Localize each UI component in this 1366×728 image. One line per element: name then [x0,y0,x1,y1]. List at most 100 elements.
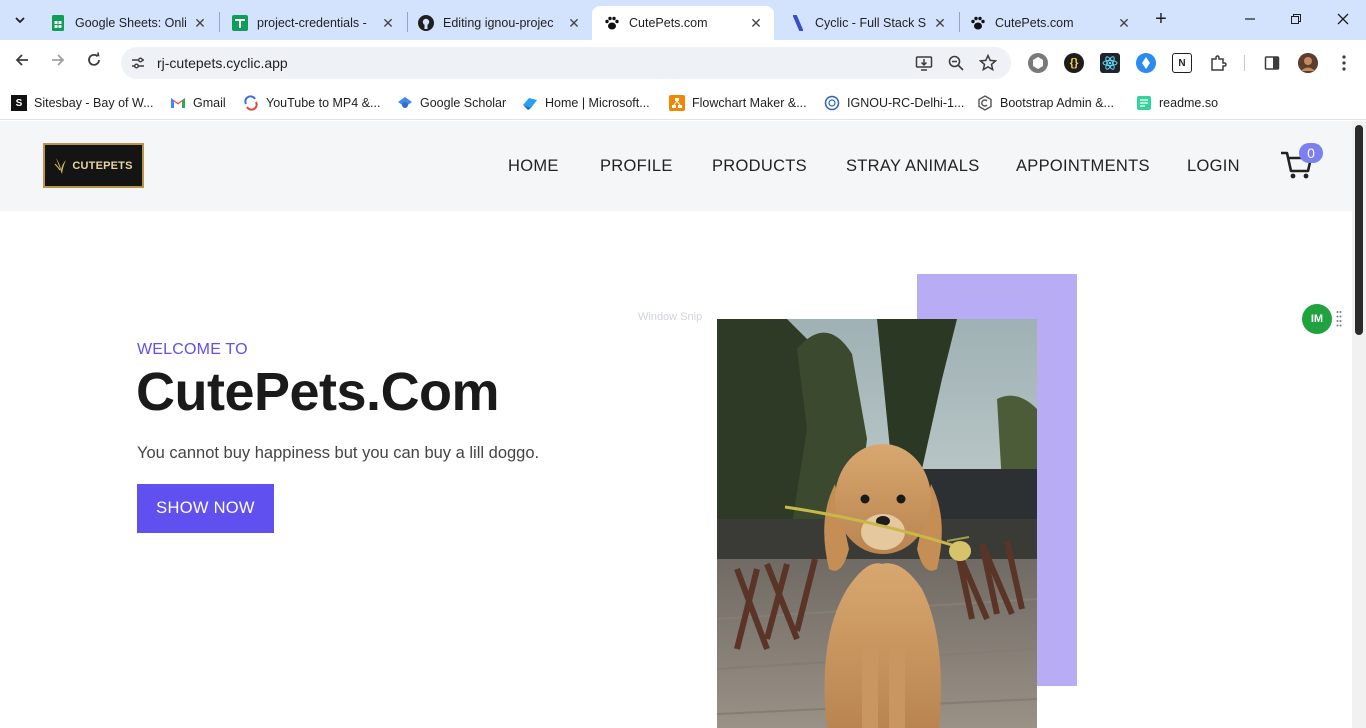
tab-cutepets-active[interactable]: CutePets.com ✕ [592,6,774,40]
bookmark-readme-so[interactable]: readme.so [1136,93,1218,113]
back-arrow-icon [15,54,28,66]
ignou-icon [824,95,840,111]
readme-icon [1136,95,1152,111]
site-settings-icon[interactable] [130,55,146,71]
scrollbar-thumb[interactable] [1355,125,1363,335]
tab-title: Google Sheets: Onlin [75,16,186,30]
reload-button[interactable] [82,51,106,75]
bookmark-google-scholar[interactable]: Google Scholar [397,93,506,113]
bookmark-bootstrap-admin[interactable]: Bootstrap Admin &... [977,93,1114,113]
hero-title: CutePets.Com [136,362,500,422]
bookmark-label: IGNOU-RC-Delhi-1... [847,96,965,110]
extension-hexagon-icon[interactable] [1028,53,1048,73]
hero-subtitle: You cannot buy happiness but you can buy… [137,444,540,462]
restore-button[interactable] [1284,8,1308,32]
bookmark-label: Home | Microsoft... [545,96,650,110]
nav-products[interactable]: PRODUCTS [712,157,807,176]
paw-icon [604,15,620,31]
close-window-button[interactable] [1331,8,1355,32]
react-devtools-icon[interactable] [1100,53,1120,73]
bookmark-star-icon[interactable] [978,53,998,72]
tab-cyclic[interactable]: Cyclic - Full Stack Se ✕ [778,6,958,40]
bookmark-flowchart[interactable]: Flowchart Maker &... [669,93,807,113]
back-button[interactable] [10,51,34,75]
address-bar[interactable]: rj-cutepets.cyclic.app [121,47,1011,79]
bootstrap-icon [977,95,993,111]
bookmark-label: Sitesbay - Bay of W... [34,96,154,110]
gmail-icon [170,95,186,111]
tab-title: CutePets.com [629,16,708,30]
notion-icon[interactable]: N [1172,53,1192,73]
bookmark-youtube-mp4[interactable]: YouTube to MP4 &... [243,93,380,113]
nav-profile[interactable]: PROFILE [600,157,673,176]
more-menu-icon[interactable] [1334,53,1354,73]
microsoft-icon [522,95,538,111]
tab-strip: Google Sheets: Onlin ✕ project-credentia… [0,0,1366,40]
reload-icon [88,52,100,66]
profile-avatar[interactable] [1298,53,1318,73]
tab-search-button[interactable] [8,8,32,32]
toolbar-divider [1244,55,1245,71]
new-tab-button[interactable]: + [1150,8,1172,30]
page-viewport: CUTEPETS HOME PROFILE PRODUCTS STRAY ANI… [0,121,1352,728]
nav-home[interactable]: HOME [508,157,559,176]
extension-json-icon[interactable]: {} [1064,53,1084,73]
tab-google-sheets[interactable]: Google Sheets: Onlin ✕ [38,6,218,40]
close-icon[interactable]: ✕ [566,15,582,31]
tab-title: Editing ignou-projec [443,16,554,30]
tab-editing-ignou-project[interactable]: Editing ignou-projec ✕ [406,6,592,40]
close-icon[interactable]: ✕ [192,15,208,31]
nav-appointments[interactable]: APPOINTMENTS [1016,157,1150,176]
bookmark-label: readme.so [1159,96,1219,110]
bird-logo-icon [54,157,67,174]
forward-button[interactable] [46,51,70,75]
bookmark-sitesbay[interactable]: S Sitesbay - Bay of W... [11,93,154,113]
minimize-icon [1245,18,1255,20]
nav-login[interactable]: LOGIN [1187,157,1240,176]
side-panel-icon[interactable] [1262,53,1282,73]
nav-stray-animals[interactable]: STRAY ANIMALS [846,157,980,176]
zoom-icon[interactable] [947,54,965,72]
page-scrollbar[interactable] [1352,121,1366,728]
install-app-icon[interactable] [915,54,933,72]
site-logo[interactable]: CUTEPETS [43,143,144,188]
tab-title: project-credentials - [257,16,367,30]
browser-toolbar: rj-cutepets.cyclic.app {} N [0,40,1366,86]
bookmark-gmail[interactable]: Gmail [170,93,226,113]
bookmark-ignou-rc[interactable]: IGNOU-RC-Delhi-1... [824,93,964,113]
cart-count-badge[interactable]: 0 [1299,143,1323,163]
drag-handle-icon[interactable] [1336,310,1342,328]
tab-cutepets[interactable]: CutePets.com ✕ [958,6,1142,40]
close-icon[interactable]: ✕ [932,15,948,31]
cyclic-icon [790,15,806,31]
close-icon[interactable]: ✕ [1116,15,1132,31]
sheets-icon [232,15,248,31]
youtube-mp4-icon [243,95,259,111]
extensions-puzzle-icon[interactable] [1208,53,1228,73]
tab-project-credentials[interactable]: project-credentials - ✕ [220,6,406,40]
dog-photo [717,319,1037,728]
bookmark-label: Flowchart Maker &... [692,96,807,110]
extension-floating-badge[interactable]: IM [1302,304,1332,334]
bookmark-label: YouTube to MP4 &... [266,96,381,110]
url-text[interactable]: rj-cutepets.cyclic.app [157,55,288,71]
show-now-button[interactable]: SHOW NOW [137,484,274,533]
scholar-icon [397,95,413,111]
chevron-down-icon [15,17,25,24]
extension-drop-icon[interactable] [1136,53,1156,73]
paw-icon [970,15,986,31]
site-header: CUTEPETS HOME PROFILE PRODUCTS STRAY ANI… [0,121,1352,211]
close-icon[interactable]: ✕ [380,15,396,31]
sitesbay-icon: S [11,95,27,111]
drawio-icon [669,95,685,111]
close-icon [1337,13,1349,25]
restore-icon [1291,14,1301,24]
minimize-button[interactable] [1238,8,1262,32]
tab-title: Cyclic - Full Stack Se [815,16,926,30]
close-icon[interactable]: ✕ [748,15,764,31]
bookmarks-bar: S Sitesbay - Bay of W... Gmail YouTube t… [0,86,1366,120]
tab-title: CutePets.com [995,16,1074,30]
hero-eyebrow: WELCOME TO [137,341,248,358]
sheets-icon [50,15,66,31]
bookmark-microsoft[interactable]: Home | Microsoft... [522,93,650,113]
